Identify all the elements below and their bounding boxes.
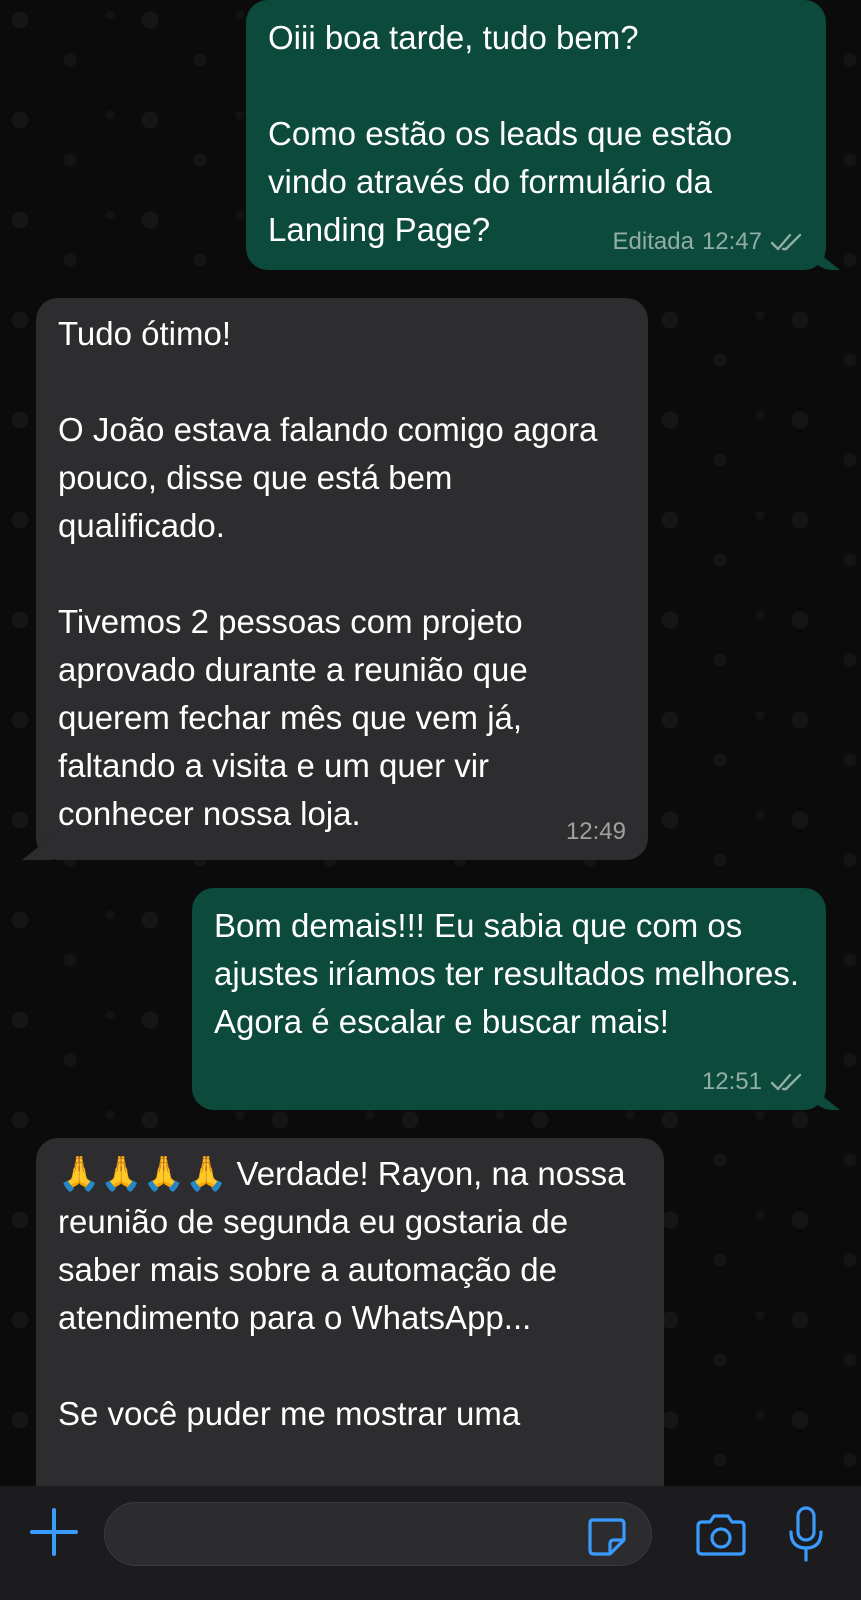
praying-hands-emoji: 🙏🙏🙏🙏 — [58, 1155, 228, 1193]
message-time: 12:51 — [701, 1068, 762, 1095]
message-meta: 12:49 — [566, 818, 626, 846]
message-input-bar — [0, 1486, 861, 1600]
message-text: Oiii boa tarde, tudo bem? Como estão os … — [268, 19, 733, 248]
message-text: Bom demais!!! Eu sabia que com os ajuste… — [214, 907, 807, 1040]
sticker-icon[interactable] — [584, 1514, 628, 1558]
message-time: 12:49 — [565, 818, 626, 845]
outgoing-message[interactable]: Bom demais!!! Eu sabia que com os ajuste… — [192, 888, 826, 1110]
incoming-message[interactable]: Tudo ótimo! O João estava falando comigo… — [36, 298, 648, 860]
double-check-icon — [770, 1073, 802, 1091]
outgoing-message[interactable]: Oiii boa tarde, tudo bem? Como estão os … — [246, 0, 826, 270]
microphone-icon[interactable] — [786, 1504, 826, 1564]
message-meta: 12:51 — [702, 1068, 804, 1096]
message-input[interactable] — [104, 1502, 652, 1566]
message-text: Tudo ótimo! O João estava falando comigo… — [58, 315, 598, 832]
chat-area[interactable]: Oiii boa tarde, tudo bem? Como estão os … — [0, 0, 861, 1486]
incoming-message[interactable]: 🙏🙏🙏🙏 Verdade! Rayon, na nossa reunião de… — [36, 1138, 664, 1486]
plus-icon[interactable] — [26, 1504, 82, 1560]
edited-label: Editada — [612, 228, 694, 255]
message-meta: Editada 12:47 — [613, 228, 804, 256]
message-time: 12:47 — [701, 228, 762, 255]
camera-icon[interactable] — [694, 1512, 748, 1558]
message-text: 🙏🙏🙏🙏 Verdade! Rayon, na nossa reunião de… — [58, 1155, 626, 1432]
double-check-icon — [770, 233, 802, 251]
